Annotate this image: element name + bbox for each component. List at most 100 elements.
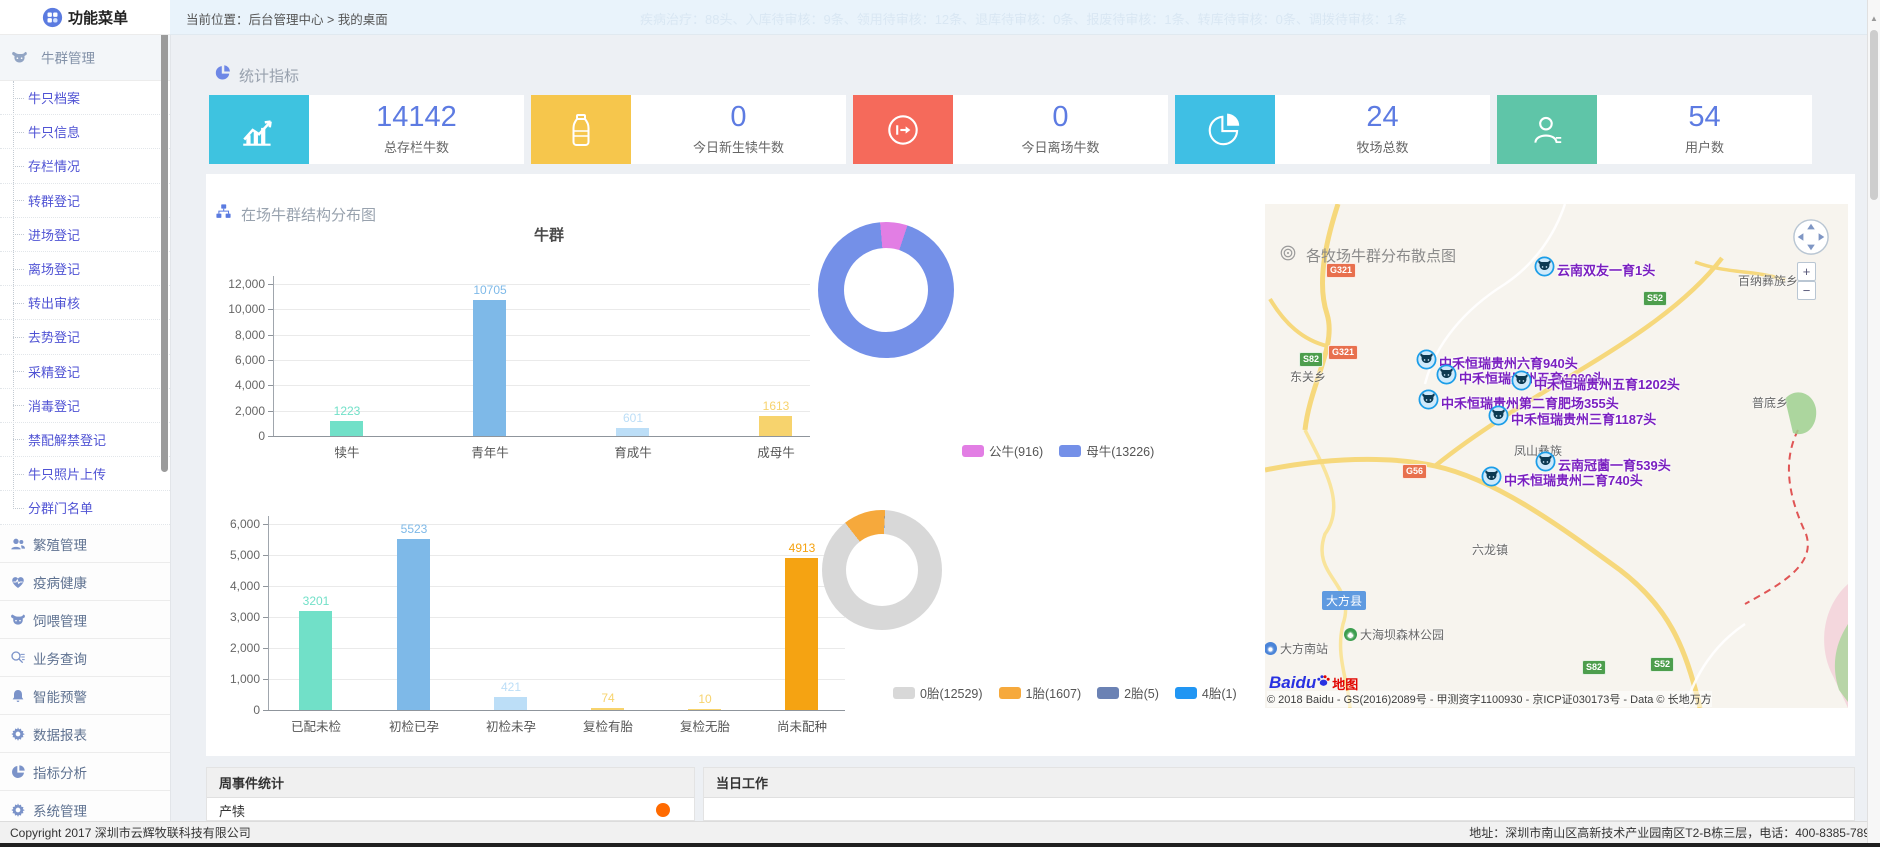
legend-label: 公牛(916) bbox=[989, 441, 1043, 460]
daily-work-title: 当日工作 bbox=[704, 768, 1854, 798]
weekly-events-row[interactable]: 产犊 bbox=[207, 798, 694, 821]
bar bbox=[473, 300, 506, 436]
chart-gridline bbox=[273, 360, 810, 361]
legend-item[interactable]: 0胎(12529) bbox=[893, 683, 983, 702]
map-zoom-out-button[interactable]: − bbox=[1797, 281, 1816, 300]
baidu-logo-cn: 地图 bbox=[1332, 674, 1358, 693]
app-logo-icon bbox=[42, 7, 63, 28]
stat-card: 14142总存栏牛数 bbox=[209, 95, 524, 164]
sidebar-subitem-label: 去势登记 bbox=[28, 327, 80, 346]
sidebar-section-label: 数据报表 bbox=[33, 724, 87, 744]
sidebar-subitem-label: 转群登记 bbox=[28, 191, 80, 210]
sidebar: 牛群管理 牛只档案牛只信息存栏情况转群登记进场登记离场登记转出审核去势登记采精登… bbox=[0, 34, 171, 821]
chart-legend: 0胎(12529) 1胎(1607) 2胎(5) 4胎(1) bbox=[893, 683, 1237, 702]
cow-marker-icon bbox=[1418, 389, 1439, 415]
milk-bottle-icon bbox=[531, 95, 631, 164]
x-axis-category-label: 已配未检 bbox=[291, 716, 341, 735]
sidebar-subitem[interactable]: 牛只信息 bbox=[0, 115, 170, 149]
chart-gridline bbox=[273, 309, 810, 310]
page-scrollbar[interactable]: ▲ bbox=[1867, 0, 1880, 843]
map-place-label: 普底乡 bbox=[1752, 394, 1788, 411]
sidebar-subitem[interactable]: 牛只照片上传 bbox=[0, 457, 170, 491]
legend-item[interactable]: 2胎(5) bbox=[1097, 683, 1159, 702]
sidebar-subitem[interactable]: 消毒登记 bbox=[0, 389, 170, 423]
pie-icon bbox=[8, 762, 27, 781]
map-place-label: 东关乡 bbox=[1290, 368, 1326, 385]
sidebar-section-label: 疫病健康 bbox=[33, 572, 87, 592]
map-place-text: 六龙镇 bbox=[1472, 541, 1508, 558]
stat-card: 0今日新生犊牛数 bbox=[531, 95, 846, 164]
stat-card-value: 0 bbox=[1052, 103, 1068, 132]
sidebar-subitem[interactable]: 转出审核 bbox=[0, 286, 170, 320]
sidebar-subitem-label: 消毒登记 bbox=[28, 396, 80, 415]
map-title: 各牧场牛群分布散点图 bbox=[1306, 245, 1456, 266]
y-axis-tick-label: 2,000 bbox=[203, 404, 265, 418]
legend-swatch bbox=[999, 687, 1021, 699]
bar-value-label: 10705 bbox=[473, 283, 506, 297]
legend-item[interactable]: 1胎(1607) bbox=[999, 683, 1082, 702]
sidebar-section-item[interactable]: 指标分析 bbox=[0, 753, 170, 791]
bottom-edge-strip bbox=[0, 843, 1880, 847]
sidebar-section-item[interactable]: 智能预警 bbox=[0, 677, 170, 715]
x-axis-category-label: 犊牛 bbox=[334, 442, 359, 461]
sidebar-section-item[interactable]: 系统管理 bbox=[0, 791, 170, 821]
y-axis-tick-label: 6,000 bbox=[203, 353, 265, 367]
pie-chart-icon bbox=[1175, 95, 1275, 164]
target-icon bbox=[1279, 244, 1297, 267]
sidebar-subitem[interactable]: 禁配解禁登记 bbox=[0, 423, 170, 457]
sidebar-section-item[interactable]: 疫病健康 bbox=[0, 563, 170, 601]
sidebar-subitem[interactable]: 转群登记 bbox=[0, 184, 170, 218]
sidebar-subitem[interactable]: 牛只档案 bbox=[0, 81, 170, 115]
bell-icon bbox=[8, 686, 27, 705]
map-zoom-in-button[interactable]: + bbox=[1797, 262, 1816, 281]
map-place-text: 大方南站 bbox=[1280, 640, 1328, 657]
sidebar-subitem[interactable]: 采精登记 bbox=[0, 355, 170, 389]
donut-hole bbox=[846, 534, 918, 606]
road-badge: S82 bbox=[1299, 352, 1323, 367]
x-axis-category-label: 初检已孕 bbox=[389, 716, 439, 735]
sidebar-section-list: 繁殖管理疫病健康饲喂管理业务查询智能预警数据报表指标分析系统管理 bbox=[0, 525, 170, 821]
map-heading: 各牧场牛群分布散点图 bbox=[1279, 244, 1456, 267]
map-compass-control[interactable] bbox=[1792, 218, 1830, 261]
y-axis-tick-label: 5,000 bbox=[198, 548, 260, 562]
sidebar-section-label: 繁殖管理 bbox=[33, 534, 87, 554]
y-axis-tick-label: 4,000 bbox=[198, 579, 260, 593]
sidebar-section-item[interactable]: 饲喂管理 bbox=[0, 601, 170, 639]
legend-item[interactable]: 公牛(916) bbox=[962, 441, 1043, 460]
farm-marker[interactable]: 中禾恒瑞贵州三育1187头 bbox=[1488, 405, 1656, 431]
legend-item[interactable]: 4胎(1) bbox=[1175, 683, 1237, 702]
legend-label: 4胎(1) bbox=[1202, 683, 1237, 702]
logo-bar: 功能菜单 bbox=[0, 0, 170, 35]
sidebar-section-item[interactable]: 数据报表 bbox=[0, 715, 170, 753]
x-axis-category-label: 复检无胎 bbox=[680, 716, 730, 735]
bar-value-label: 421 bbox=[501, 680, 521, 694]
cow-marker-icon bbox=[1534, 256, 1555, 282]
sidebar-scrollbar-thumb[interactable] bbox=[161, 12, 168, 472]
sidebar-subitem[interactable]: 进场登记 bbox=[0, 218, 170, 252]
sidebar-subitem[interactable]: 分群门名单 bbox=[0, 491, 170, 525]
chart-legend: 公牛(916) 母牛(13226) bbox=[962, 441, 1154, 460]
sidebar-section-item[interactable]: 业务查询 bbox=[0, 639, 170, 677]
legend-item[interactable]: 母牛(13226) bbox=[1059, 441, 1154, 460]
sidebar-section-cattle-management[interactable]: 牛群管理 bbox=[0, 34, 170, 81]
chart-gridline bbox=[268, 524, 845, 525]
map-place-label: 大方县 bbox=[1322, 591, 1366, 610]
sidebar-subitem[interactable]: 离场登记 bbox=[0, 252, 170, 286]
sidebar-subitem[interactable]: 去势登记 bbox=[0, 320, 170, 354]
charts-panel-heading: 在场牛群结构分布图 bbox=[215, 203, 376, 225]
farm-map[interactable]: 各牧场牛群分布散点图 + − Baidu 地图 © 2018 Baidu - G… bbox=[1265, 204, 1848, 708]
page-scrollbar-thumb[interactable] bbox=[1870, 30, 1878, 200]
farm-marker[interactable]: 云南双友一育1头 bbox=[1534, 256, 1655, 282]
pie-chart-icon bbox=[214, 64, 231, 86]
sidebar-section-item[interactable]: 繁殖管理 bbox=[0, 525, 170, 563]
sidebar-section-label: 牛群管理 bbox=[41, 47, 95, 67]
event-count-badge bbox=[656, 803, 670, 817]
sidebar-subitem[interactable]: 存栏情况 bbox=[0, 149, 170, 183]
map-place-text: 大方县 bbox=[1322, 591, 1366, 610]
health-heart-icon bbox=[8, 572, 27, 591]
weekly-event-label: 产犊 bbox=[219, 801, 245, 820]
farm-marker[interactable]: 中禾恒瑞贵州二育740头 bbox=[1481, 466, 1643, 492]
donut-chart bbox=[818, 222, 954, 358]
scrollbar-up-arrow[interactable]: ▲ bbox=[1868, 14, 1880, 23]
menu-title: 功能菜单 bbox=[68, 7, 128, 28]
